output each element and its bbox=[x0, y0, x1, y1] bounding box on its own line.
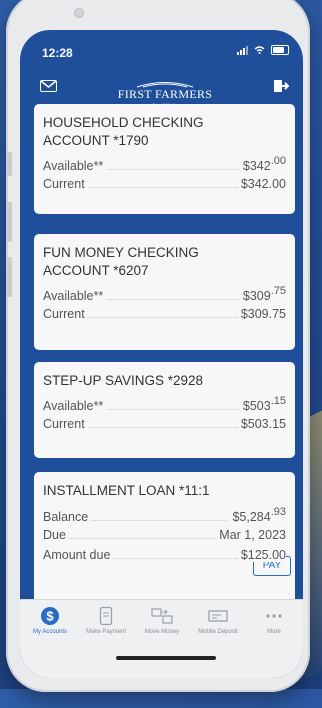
available-label: Available** bbox=[43, 289, 107, 303]
logo-name: FIRST FARMERS bbox=[117, 87, 213, 101]
available-amount: $342.00 bbox=[239, 155, 286, 173]
wifi-icon bbox=[254, 46, 265, 54]
tab-mobile-deposit[interactable]: Mobile Deposit bbox=[190, 606, 246, 635]
available-row: Available** $309.75 bbox=[43, 285, 286, 303]
account-card[interactable]: FUN MONEY CHECKING ACCOUNT *6207 Availab… bbox=[34, 234, 295, 350]
battery-icon bbox=[271, 45, 289, 55]
current-label: Current bbox=[43, 307, 88, 321]
available-row: Available** $503.15 bbox=[43, 395, 286, 413]
svg-text:$: $ bbox=[46, 609, 54, 624]
app-header: FIRST FARMERS Grow With Us. bbox=[20, 74, 303, 108]
side-button bbox=[6, 152, 12, 176]
check-deposit-icon bbox=[208, 610, 228, 622]
current-amount: $309.75 bbox=[237, 307, 286, 321]
account-card[interactable]: HOUSEHOLD CHECKING ACCOUNT *1790 Availab… bbox=[34, 104, 295, 214]
tab-more[interactable]: More bbox=[246, 606, 302, 635]
tab-label: My Accounts bbox=[32, 629, 67, 635]
home-indicator bbox=[116, 656, 216, 660]
due-date: Mar 1, 2023 bbox=[216, 528, 286, 542]
ellipsis-icon bbox=[266, 614, 282, 618]
current-label: Current bbox=[43, 177, 88, 191]
amount-due-value: $125.00 bbox=[237, 548, 286, 562]
available-row: Available** $342.00 bbox=[43, 155, 286, 173]
loan-title: INSTALLMENT LOAN *11:1 bbox=[43, 483, 210, 498]
mail-icon[interactable] bbox=[40, 80, 57, 92]
available-amount: $309.75 bbox=[239, 285, 286, 303]
account-title: FUN MONEY CHECKING bbox=[43, 245, 199, 260]
logout-icon[interactable] bbox=[273, 78, 289, 94]
signal-icon bbox=[237, 45, 248, 55]
available-label: Available** bbox=[43, 159, 107, 173]
status-icons bbox=[237, 45, 289, 55]
current-row: Current $503.15 bbox=[43, 417, 286, 431]
current-amount: $342.00 bbox=[237, 177, 286, 191]
dollar-circle-icon: $ bbox=[41, 607, 59, 625]
balance-amount: $5,284.93 bbox=[229, 506, 286, 524]
amount-due-row: Amount due $125.00 bbox=[43, 548, 286, 562]
available-amount: $503.15 bbox=[239, 395, 286, 413]
tab-move-money[interactable]: Move Money bbox=[134, 606, 190, 635]
current-amount: $503.15 bbox=[237, 417, 286, 431]
tab-my-accounts[interactable]: $ My Accounts bbox=[22, 606, 78, 635]
current-row: Current $342.00 bbox=[43, 177, 286, 191]
due-label: Due bbox=[43, 528, 69, 542]
app-screen: 12:28 FIRST FARMERS Grow With Us. bbox=[20, 30, 303, 678]
available-label: Available** bbox=[43, 399, 107, 413]
side-button bbox=[6, 202, 12, 242]
balance-row: Balance $5,284.93 bbox=[43, 506, 286, 524]
account-title: HOUSEHOLD CHECKING bbox=[43, 115, 204, 130]
phone-payment-icon bbox=[99, 606, 113, 626]
account-title-line2: ACCOUNT *6207 bbox=[43, 263, 149, 278]
current-row: Current $309.75 bbox=[43, 307, 286, 321]
tab-label: Mobile Deposit bbox=[198, 629, 238, 635]
transfer-icon bbox=[151, 608, 173, 624]
status-time: 12:28 bbox=[42, 46, 73, 60]
account-title: STEP-UP SAVINGS *2928 bbox=[43, 373, 204, 388]
status-bar: 12:28 bbox=[20, 30, 303, 74]
account-card[interactable]: STEP-UP SAVINGS *2928 Available** $503.1… bbox=[34, 362, 295, 458]
due-row: Due Mar 1, 2023 bbox=[43, 528, 286, 542]
tab-label: Move Money bbox=[144, 629, 180, 635]
tab-make-payment[interactable]: Make Payment bbox=[78, 606, 134, 635]
balance-label: Balance bbox=[43, 510, 92, 524]
amount-due-label: Amount due bbox=[43, 548, 114, 562]
bank-logo: FIRST FARMERS Grow With Us. bbox=[110, 80, 220, 107]
bottom-tab-bar: $ My Accounts Make Payment Move Money Mo… bbox=[20, 599, 303, 678]
tab-label: Make Payment bbox=[85, 629, 127, 635]
current-label: Current bbox=[43, 417, 88, 431]
account-title-line2: ACCOUNT *1790 bbox=[43, 133, 149, 148]
tab-label: More bbox=[267, 629, 281, 635]
front-camera bbox=[74, 8, 84, 18]
side-button bbox=[6, 257, 12, 297]
